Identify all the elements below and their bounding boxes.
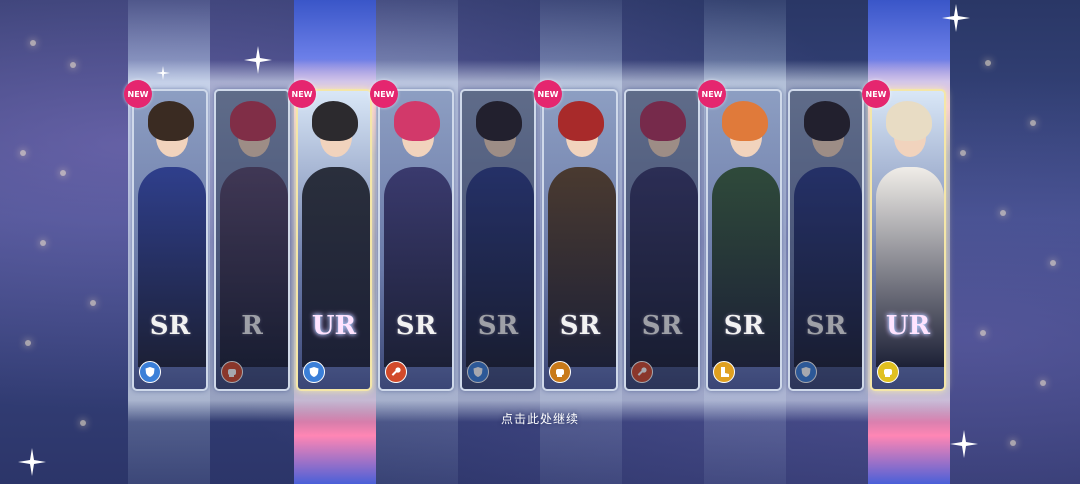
character-card[interactable]: UR	[296, 89, 372, 391]
new-badge: NEW	[288, 80, 316, 108]
character-hair	[230, 101, 276, 141]
character-hair	[148, 101, 194, 141]
rarity-label: SR	[477, 311, 519, 341]
character-card[interactable]: SR	[624, 89, 700, 391]
character-hair	[640, 101, 686, 141]
character-portrait	[216, 91, 288, 389]
character-card[interactable]: SR	[460, 89, 536, 391]
character-portrait	[380, 91, 452, 389]
character-hair	[394, 101, 440, 141]
character-card[interactable]: SR	[378, 89, 454, 391]
character-card[interactable]: SR	[788, 89, 864, 391]
character-portrait	[626, 91, 698, 389]
new-badge: NEW	[370, 80, 398, 108]
rarity-label: SR	[641, 311, 683, 341]
shield-icon	[303, 361, 325, 383]
fist-icon	[549, 361, 571, 383]
boot-icon	[713, 361, 735, 383]
new-badge: NEW	[862, 80, 890, 108]
character-portrait	[544, 91, 616, 389]
new-badge: NEW	[698, 80, 726, 108]
rarity-label: SR	[723, 311, 765, 341]
character-hair	[312, 101, 358, 141]
character-hair	[886, 101, 932, 141]
character-card[interactable]: SR	[706, 89, 782, 391]
character-card[interactable]: R	[214, 89, 290, 391]
sparkle-icon	[942, 4, 970, 32]
character-hair	[558, 101, 604, 141]
character-hair	[804, 101, 850, 141]
new-badge: NEW	[124, 80, 152, 108]
character-card[interactable]: SR	[542, 89, 618, 391]
character-portrait	[790, 91, 862, 389]
rarity-label: UR	[885, 311, 931, 341]
character-card[interactable]: SR	[132, 89, 208, 391]
sparkle-icon	[156, 66, 170, 80]
wrench-icon	[631, 361, 653, 383]
character-hair	[476, 101, 522, 141]
rarity-label: SR	[805, 311, 847, 341]
shield-icon	[467, 361, 489, 383]
tap-to-continue-prompt[interactable]: 点击此处继续	[0, 410, 1080, 427]
character-portrait	[872, 91, 944, 389]
character-card[interactable]: UR	[870, 89, 946, 391]
rarity-label: R	[241, 311, 263, 341]
character-portrait	[298, 91, 370, 389]
rarity-label: SR	[559, 311, 601, 341]
character-portrait	[134, 91, 206, 389]
character-portrait	[708, 91, 780, 389]
sparkle-icon	[950, 430, 978, 458]
shield-icon	[795, 361, 817, 383]
fist-icon	[221, 361, 243, 383]
rarity-label: SR	[395, 311, 437, 341]
sparkle-icon	[18, 448, 46, 476]
rarity-label: SR	[149, 311, 191, 341]
shield-icon	[139, 361, 161, 383]
rarity-label: UR	[311, 311, 357, 341]
new-badge: NEW	[534, 80, 562, 108]
character-hair	[722, 101, 768, 141]
character-portrait	[462, 91, 534, 389]
wrench-icon	[385, 361, 407, 383]
sparkle-icon	[244, 46, 272, 74]
fist-icon	[877, 361, 899, 383]
